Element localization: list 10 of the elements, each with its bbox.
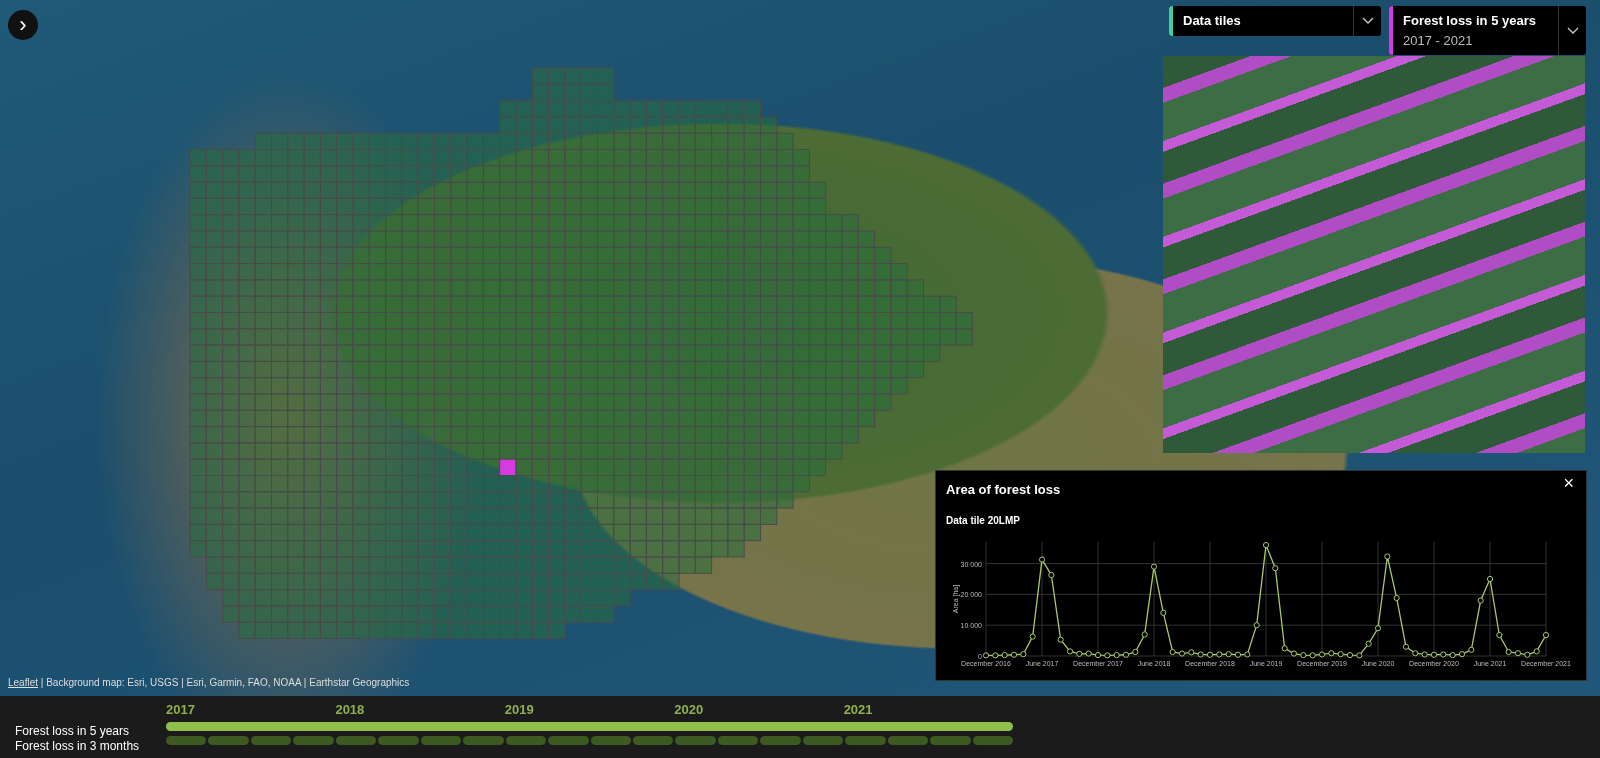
year-label: 2019: [504, 702, 534, 717]
timeline-row-label: Forest loss in 3 months: [15, 739, 141, 754]
year-label: 2017: [166, 702, 195, 717]
year-label: 2021: [843, 702, 873, 717]
map-attribution: Leaflet | Background map: Esri, USGS | Esri, Garmin, FAO, NOAA | Earthstar Geographics: [8, 676, 410, 690]
panel-title: Area of forest loss: [946, 482, 1061, 498]
year-label: 2018: [335, 702, 365, 717]
timeline-row-label: Forest loss in 5 years: [15, 724, 131, 739]
chart-subtitle: Data tile 20LMP: [946, 514, 1020, 528]
year-label: 2020: [674, 702, 704, 717]
